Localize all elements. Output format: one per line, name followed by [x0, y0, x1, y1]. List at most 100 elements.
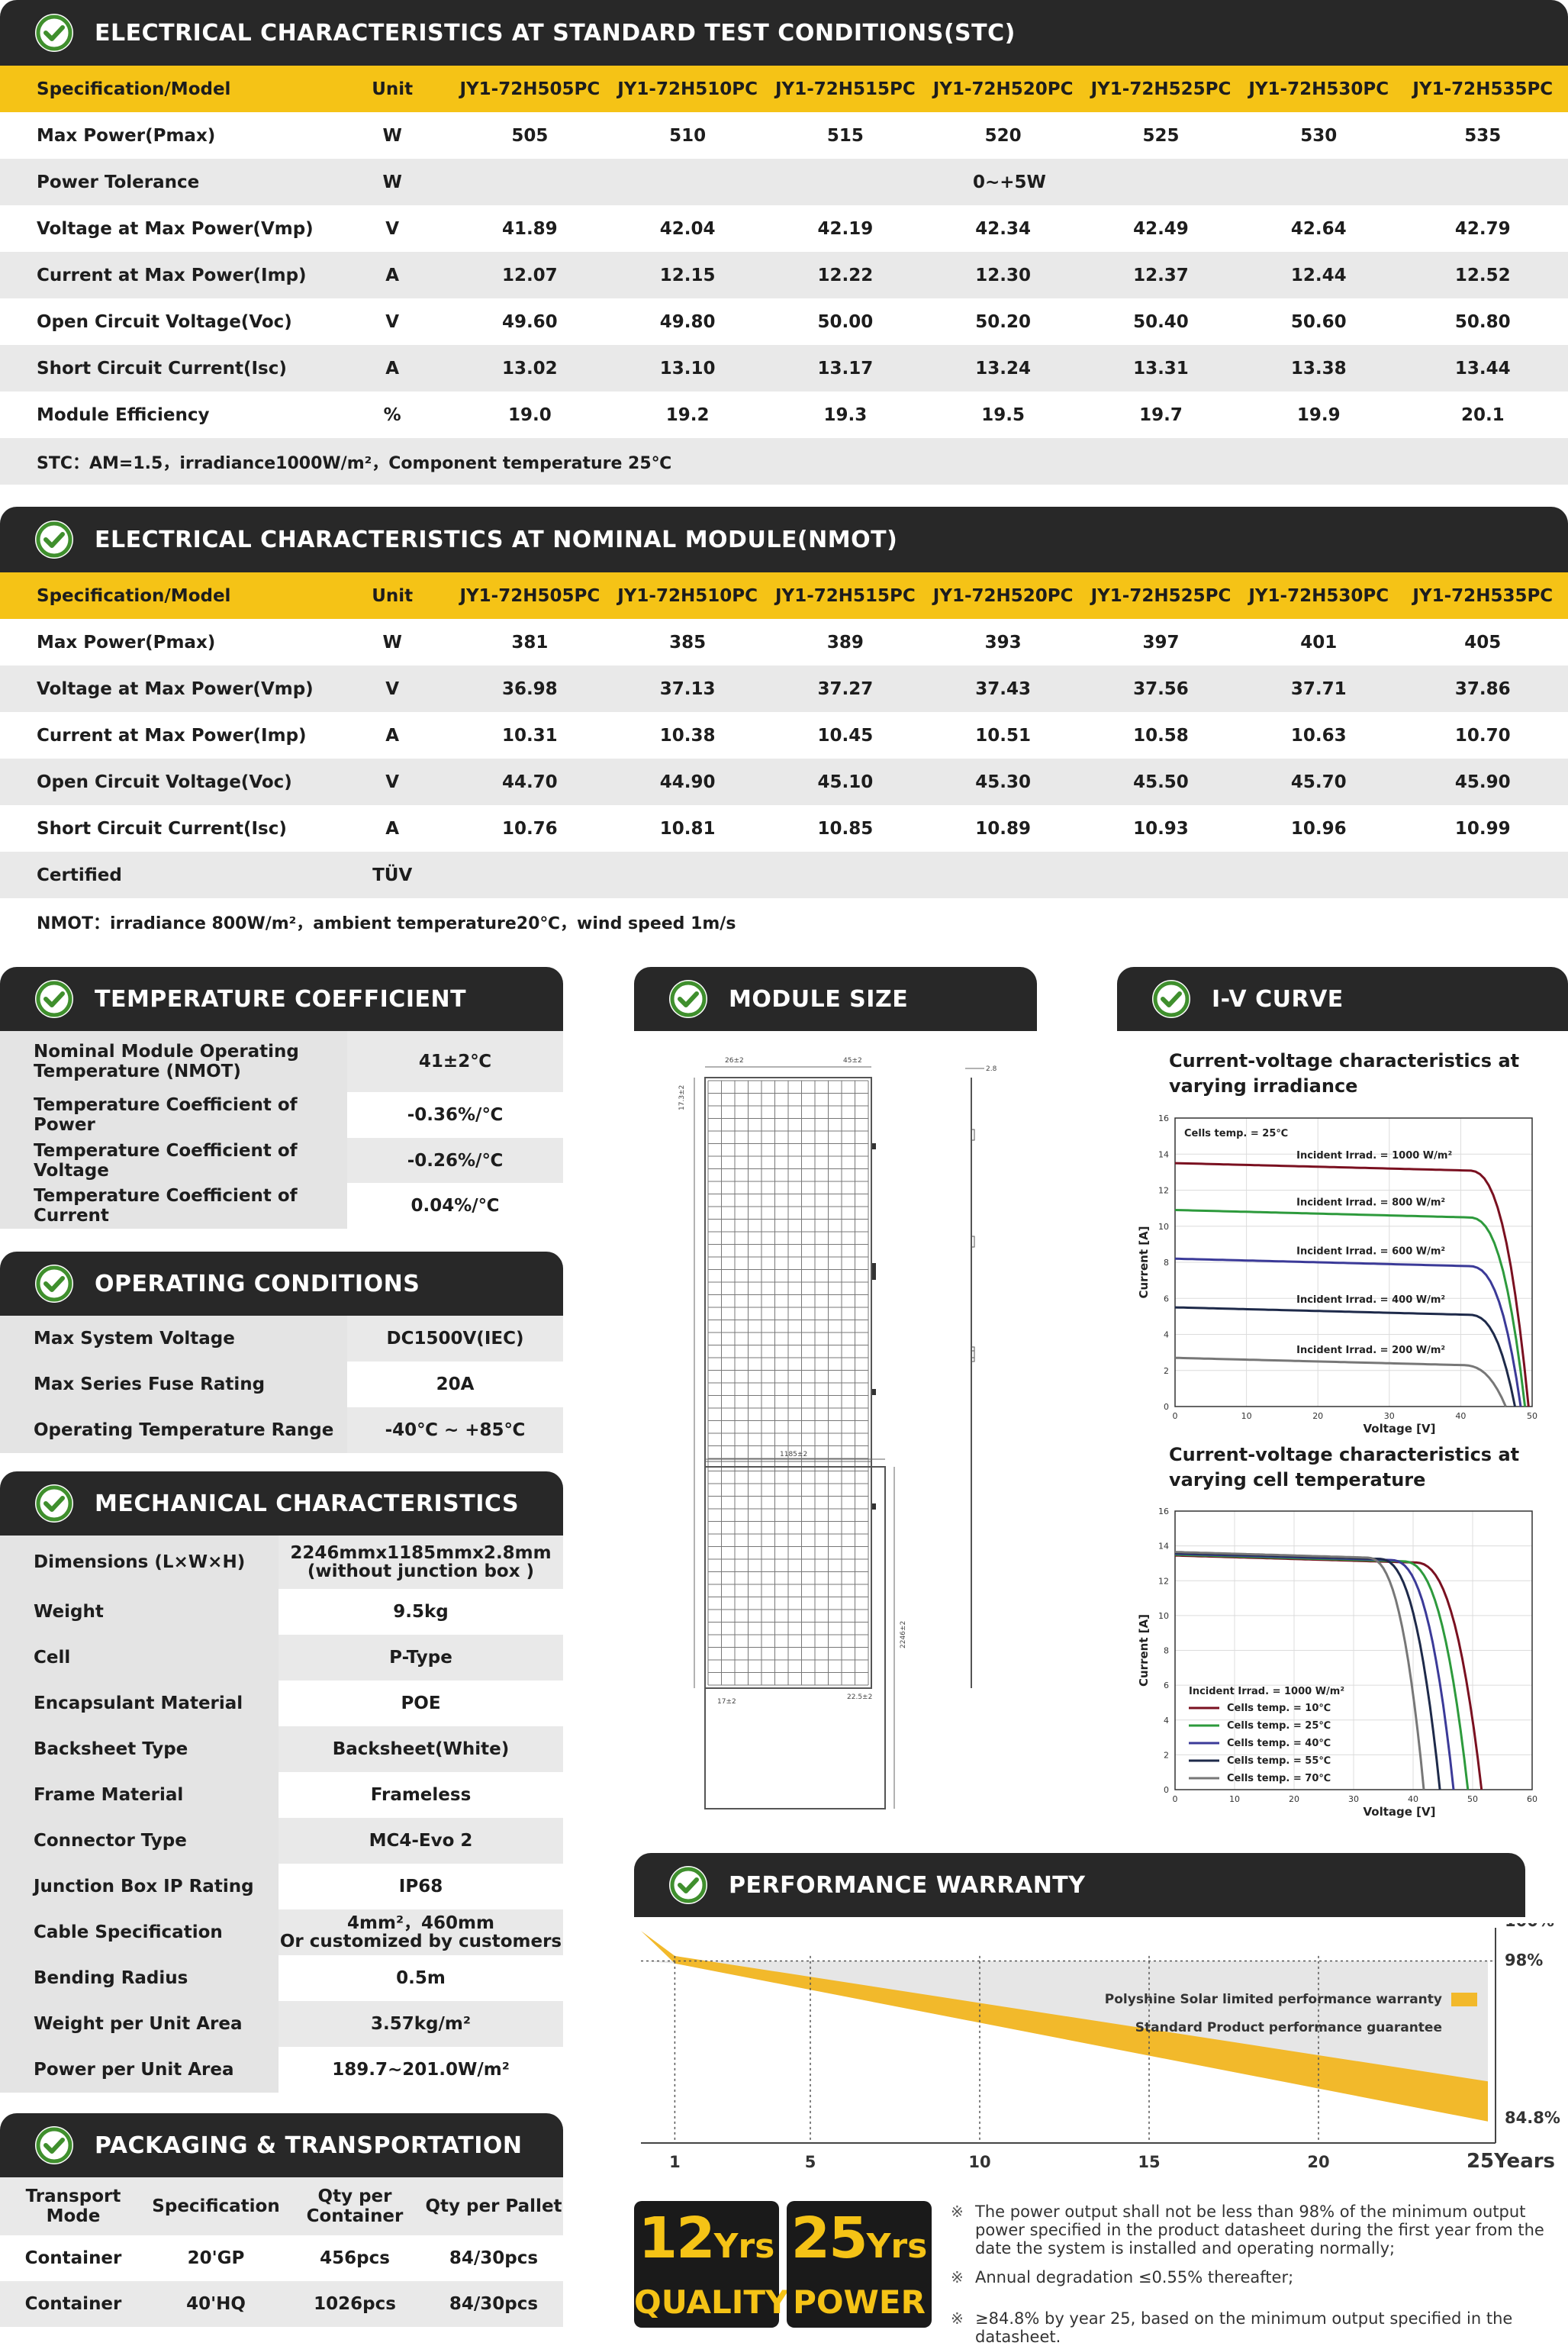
- note-item: ※ Annual degradation ≤0.55% thereafter;: [951, 2268, 1561, 2286]
- row-label: Short Circuit Current(Isc): [0, 345, 334, 392]
- table-cell: 42.04: [608, 205, 767, 252]
- table-note: NMOT：irradiance 800W/m²，ambient temperat…: [0, 898, 1568, 945]
- row-value: POE: [279, 1681, 563, 1726]
- check-icon: [35, 1484, 73, 1523]
- row-value: IP68: [279, 1864, 563, 1909]
- table-row: Dimensions (L×W×H) 2246mmx1185mmx2.8mm (wi…: [0, 1536, 563, 1589]
- note-text: The power output shall not be less than …: [975, 2203, 1544, 2257]
- y-tick-label: 0: [1164, 1402, 1169, 1412]
- row-value: 0.5m: [279, 1955, 563, 2001]
- table-row: Container 20'GP 456pcs 84/30pcs: [0, 2235, 563, 2281]
- y-tick-label: 6: [1164, 1294, 1169, 1304]
- x-tick-label: 20: [1307, 2153, 1329, 2171]
- nmot-title: ELECTRICAL CHARACTERISTICS AT NOMINAL MO…: [95, 526, 898, 553]
- warranty-title: PERFORMANCE WARRANTY: [729, 1871, 1086, 1899]
- table-row: Max System Voltage DC1500V(IEC): [0, 1316, 563, 1362]
- row-value: -40℃ ~ +85℃: [347, 1407, 563, 1453]
- table-cell: 42.34: [924, 205, 1083, 252]
- y-tick-label: 10: [1158, 1222, 1169, 1232]
- table-cell: [1239, 852, 1398, 898]
- y-tick-label: 4: [1164, 1716, 1169, 1726]
- table-cell: Container: [24, 2248, 122, 2268]
- x-tick-label: 0: [1173, 1411, 1178, 1421]
- table-row: Backsheet Type Backsheet(White): [0, 1726, 563, 1772]
- row-label: Max Series Fuse Rating: [0, 1362, 347, 1407]
- row-label: Module Efficiency: [0, 392, 334, 438]
- panel-rear-outline: [704, 1466, 886, 1809]
- stc-header: ELECTRICAL CHARACTERISTICS AT STANDARD T…: [0, 0, 1568, 66]
- badge-number: 25: [790, 2206, 868, 2271]
- row-label: Weight: [0, 1589, 279, 1635]
- table-cell: 20'GP: [187, 2248, 245, 2268]
- table-row: Current at Max Power(Imp) A 10.31 10.38 10.4…: [0, 712, 1568, 759]
- mechanical-table: Dimensions (L×W×H) 2246mmx1185mmx2.8mm (wi…: [0, 1536, 563, 2093]
- table-cell: 42.64: [1239, 205, 1398, 252]
- table-cell: 525: [1082, 112, 1240, 159]
- mechanical-title: MECHANICAL CHARACTERISTICS: [95, 1490, 520, 1517]
- row-label: Max System Voltage: [0, 1316, 347, 1362]
- x-tick-label: 40: [1455, 1411, 1466, 1421]
- column-header: JY1-72H505PC: [450, 66, 609, 112]
- legend-swatch: [1451, 2021, 1477, 2035]
- legend-label: Cells temp. = 70℃: [1227, 1773, 1331, 1784]
- row-value: -0.26%/℃: [347, 1138, 563, 1183]
- column-header: JY1-72H520PC: [924, 572, 1083, 619]
- x-tick-label: 20: [1289, 1794, 1299, 1804]
- warranty-notes: ※ The power output shall not be less tha…: [951, 2203, 1561, 2346]
- note-text: ≥84.8% by year 25, based on the minimum …: [975, 2309, 1513, 2346]
- table-cell: 44.90: [608, 759, 767, 805]
- table-header-row: Specification/Model Unit JY1-72H505PC JY1-7…: [0, 66, 1568, 112]
- stc-title: ELECTRICAL CHARACTERISTICS AT STANDARD T…: [95, 19, 1016, 47]
- table-cell: 36.98: [450, 665, 609, 712]
- column-header: JY1-72H535PC: [1397, 66, 1568, 112]
- table-cell: 40'HQ: [146, 2281, 285, 2327]
- table-cell: 401: [1239, 619, 1398, 665]
- table-cell: 10.76: [450, 805, 609, 852]
- y-tick-label: 2: [1164, 1750, 1169, 1760]
- table-cell: 84/30pcs: [424, 2281, 563, 2327]
- table-cell: 45.50: [1082, 759, 1240, 805]
- chart2-title-line: Current-voltage characteristics at: [1169, 1444, 1520, 1465]
- badge-number: 12: [638, 2206, 716, 2271]
- column-header: Qty per Pallet: [424, 2177, 563, 2235]
- y-tick-label: 16: [1158, 1507, 1169, 1516]
- column-header: Unit: [333, 66, 451, 112]
- row-label: Max Power(Pmax): [0, 619, 334, 665]
- table-cell: 515: [766, 112, 925, 159]
- row-value-line: MC4-Evo 2: [369, 1831, 473, 1851]
- table-row: Nominal Module Operating Temperature (NM…: [0, 1031, 563, 1092]
- y-tick-label: 8: [1164, 1258, 1169, 1268]
- chart-annotation: Incident Irrad. = 1000 W/m²: [1189, 1686, 1344, 1697]
- column-header: JY1-72H510PC: [608, 66, 767, 112]
- table-row: Short Circuit Current(Isc) A 10.76 10.81 10.…: [0, 805, 1568, 852]
- table-cell: 19.3: [766, 392, 925, 438]
- module-size-header: MODULE SIZE: [634, 967, 1037, 1031]
- row-value: Frameless: [279, 1772, 563, 1818]
- table-cell: 10.85: [766, 805, 925, 852]
- table-cell: 19.2: [608, 392, 767, 438]
- table-cell: 42.49: [1082, 205, 1240, 252]
- row-value-line: IP68: [398, 1877, 443, 1896]
- table-row: Temperature Coefficient of Power -0.36%/…: [0, 1092, 563, 1138]
- column-header: Qty per Container: [285, 2177, 424, 2235]
- row-value-line: P-Type: [389, 1648, 452, 1668]
- row-unit: W: [333, 159, 451, 205]
- row-unit: V: [333, 298, 451, 345]
- mechanical-header: MECHANICAL CHARACTERISTICS: [0, 1471, 563, 1536]
- row-label: Bending Radius: [0, 1955, 279, 2001]
- y-axis-label: Current [A]: [1137, 1226, 1151, 1298]
- table-cell: 10.89: [924, 805, 1083, 852]
- iv-curve-line: [1174, 1551, 1425, 1790]
- row-label: Dimensions (L×W×H): [0, 1536, 279, 1589]
- iv-curve-line: [1174, 1306, 1516, 1407]
- column-header: JY1-72H515PC: [766, 572, 925, 619]
- table-cell: 10.63: [1239, 712, 1398, 759]
- table-cell: 13.38: [1239, 345, 1398, 392]
- x-tick-label: 1: [669, 2153, 681, 2171]
- table-cell: 510: [608, 112, 767, 159]
- y-tick-label: 12: [1158, 1576, 1169, 1586]
- check-icon: [35, 1265, 73, 1303]
- row-label: Weight per Unit Area: [0, 2001, 279, 2047]
- table-cell: 385: [608, 619, 767, 665]
- chart1-title-line: Current-voltage characteristics at: [1169, 1050, 1520, 1071]
